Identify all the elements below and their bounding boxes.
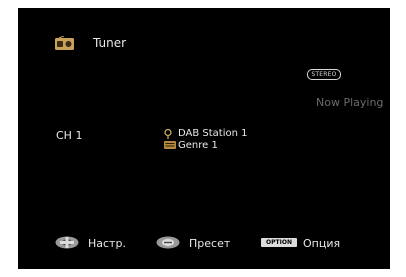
now-playing-label: Now Playing bbox=[316, 96, 384, 109]
tuner-screen: Tuner STEREO Now Playing CH 1 DAB Statio… bbox=[18, 8, 390, 269]
stereo-badge: STEREO bbox=[307, 69, 341, 80]
cross-keypad-icon bbox=[55, 236, 79, 249]
channel-label: CH 1 bbox=[56, 129, 83, 142]
dpad-icon bbox=[156, 236, 180, 249]
pin-icon bbox=[164, 129, 172, 139]
option-key: OPTION bbox=[261, 238, 297, 247]
station-name: DAB Station 1 bbox=[178, 128, 248, 139]
option-control-label: Опция bbox=[303, 237, 341, 250]
radio-icon bbox=[55, 36, 74, 50]
source-label: Tuner bbox=[93, 36, 127, 50]
preset-control-label: Пресет bbox=[189, 237, 231, 250]
genre-name: Genre 1 bbox=[178, 140, 218, 151]
genre-icon bbox=[164, 141, 176, 149]
settings-control-label: Настр. bbox=[88, 237, 126, 250]
